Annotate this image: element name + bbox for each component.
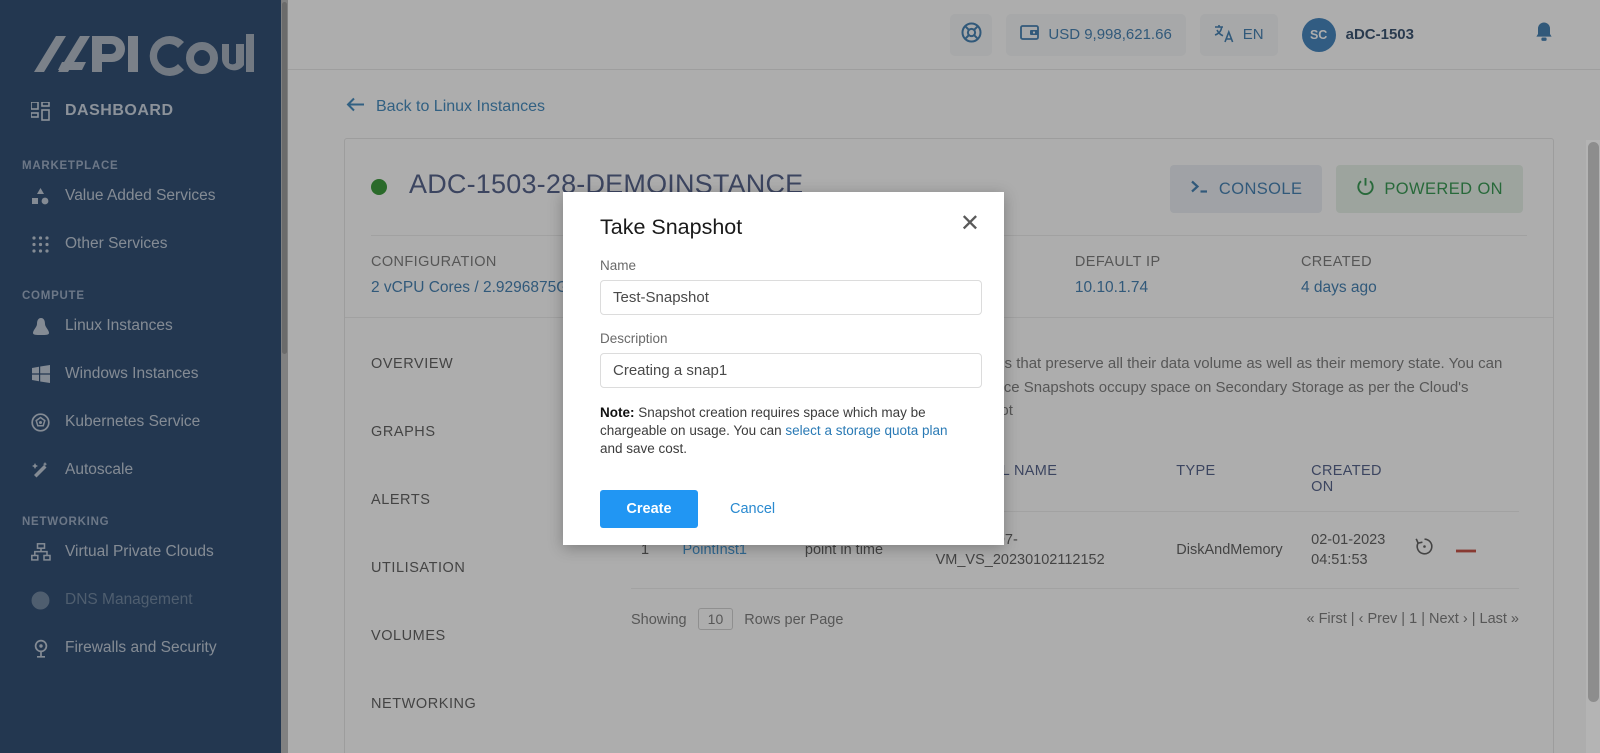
page-scrollbar[interactable]: [1586, 140, 1600, 753]
take-snapshot-dialog: Take Snapshot ✕ Name Description Note: S…: [563, 192, 1004, 545]
name-label: Name: [600, 258, 637, 273]
dialog-header: Take Snapshot ✕: [583, 192, 984, 242]
note-prefix: Note:: [600, 405, 635, 420]
dialog-title: Take Snapshot: [600, 214, 743, 239]
create-button[interactable]: Create: [600, 490, 698, 528]
snapshot-name-input[interactable]: [600, 280, 982, 315]
dialog-actions: Create Cancel: [583, 458, 984, 528]
description-label: Description: [600, 331, 668, 346]
description-field-group: Description: [583, 331, 984, 388]
close-icon[interactable]: ✕: [956, 212, 984, 242]
page-scrollbar-thumb[interactable]: [1588, 142, 1599, 702]
storage-quota-plan-link[interactable]: select a storage quota plan: [785, 423, 947, 438]
app-root: DASHBOARD MARKETPLACE Value Added Servic…: [0, 0, 1600, 753]
note-text-2: and save cost.: [600, 441, 688, 456]
dialog-note: Note: Snapshot creation requires space w…: [583, 388, 984, 458]
cancel-button[interactable]: Cancel: [712, 501, 793, 517]
name-field-group: Name: [583, 258, 984, 315]
snapshot-description-input[interactable]: [600, 353, 982, 388]
